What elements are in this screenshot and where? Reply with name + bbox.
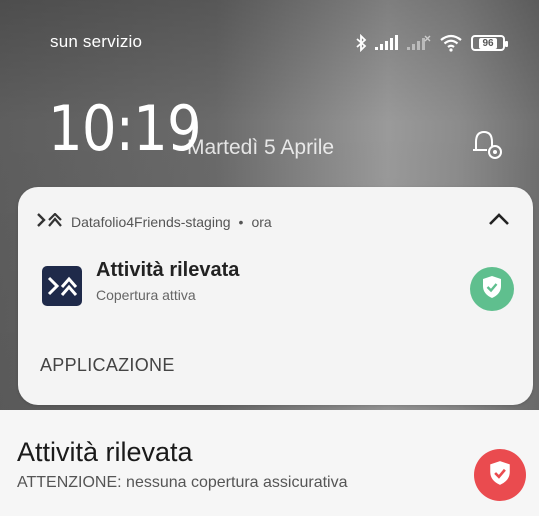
- shield-check-icon: [488, 460, 512, 491]
- battery-level: 96: [479, 37, 497, 49]
- signal-none-icon: [407, 35, 431, 51]
- notification-app-name: Datafolio4Friends-staging: [71, 213, 231, 230]
- lockscreen-clock: 10:19: [48, 92, 202, 165]
- bluetooth-icon: [355, 34, 367, 52]
- notification-card[interactable]: Datafolio4Friends-staging • ora Attività…: [18, 187, 533, 405]
- notification-subtitle: Copertura attiva: [96, 287, 196, 303]
- status-icons: 96: [355, 28, 508, 58]
- second-notification[interactable]: Attività rilevata ATTENZIONE: nessuna co…: [0, 410, 539, 516]
- collapse-chevron-icon[interactable]: [487, 211, 511, 232]
- wifi-icon: [439, 34, 463, 52]
- notification-time: ora: [251, 213, 272, 230]
- header-separator: •: [238, 213, 244, 230]
- second-notification-subtitle: ATTENZIONE: nessuna copertura assicurati…: [17, 474, 348, 491]
- battery-icon: 96: [471, 35, 508, 51]
- status-bar: sun servizio 96: [0, 28, 539, 58]
- notification-title: Attività rilevata: [96, 259, 240, 281]
- notification-header: Datafolio4Friends-staging • ora: [37, 212, 272, 230]
- second-notification-title: Attività rilevata: [17, 437, 193, 467]
- notification-settings-icon[interactable]: [470, 128, 506, 167]
- app-small-icon: [37, 212, 63, 230]
- signal-icon: [375, 35, 399, 51]
- shield-check-icon: [481, 275, 503, 304]
- shield-check-badge: [470, 267, 514, 311]
- open-app-button[interactable]: APPLICAZIONE: [40, 355, 175, 376]
- lockscreen-date: Martedì 5 Aprile: [187, 136, 335, 159]
- warning-shield-badge: [474, 449, 526, 501]
- carrier-text: sun servizio: [50, 32, 143, 51]
- app-icon: [42, 266, 82, 306]
